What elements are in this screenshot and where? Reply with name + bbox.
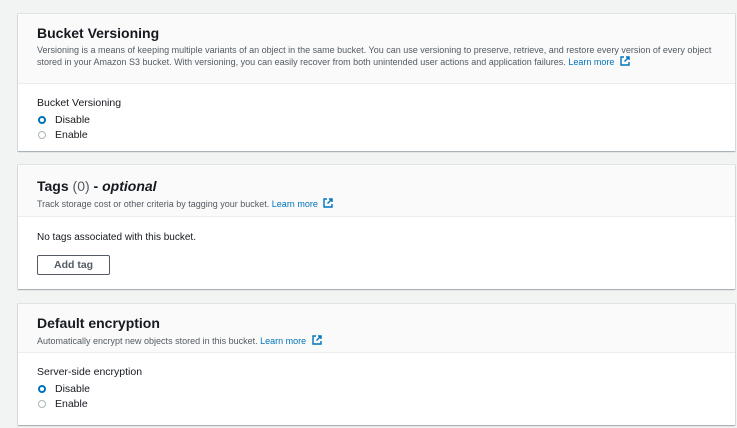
bucket-versioning-learn-more-link[interactable]: Learn more [568, 57, 614, 67]
add-tag-button[interactable]: Add tag [37, 255, 111, 275]
encryption-enable-radio[interactable] [38, 399, 46, 408]
tags-optional-label: optional [102, 178, 157, 194]
tags-title-separator: - [89, 178, 103, 194]
default-encryption-panel: Default encryption Automatically encrypt… [18, 304, 735, 425]
tags-header: Tags (0) - optional Track storage cost o… [18, 165, 735, 217]
default-encryption-description: Automatically encrypt new objects stored… [37, 335, 716, 347]
default-encryption-header: Default encryption Automatically encrypt… [18, 304, 735, 353]
default-encryption-description-text: Automatically encrypt new objects stored… [37, 336, 258, 346]
tags-panel: Tags (0) - optional Track storage cost o… [18, 165, 735, 289]
bucket-versioning-description: Versioning is a means of keeping multipl… [37, 45, 716, 68]
bucket-versioning-body: Bucket Versioning Disable Enable [18, 84, 735, 152]
default-encryption-learn-more-link[interactable]: Learn more [260, 336, 306, 346]
versioning-enable-radio[interactable] [38, 130, 46, 139]
encryption-disable-option[interactable]: Disable [37, 381, 716, 396]
bucket-versioning-field-label: Bucket Versioning [37, 97, 122, 109]
tags-empty-message: No tags associated with this bucket. [37, 232, 196, 243]
tags-description-text: Track storage cost or other criteria by … [37, 199, 270, 209]
default-encryption-title: Default encryption [37, 315, 160, 331]
bucket-versioning-panel: Bucket Versioning Versioning is a means … [18, 14, 735, 151]
server-side-encryption-label: Server-side encryption [37, 366, 143, 378]
tags-title-text: Tags [37, 178, 69, 194]
bucket-versioning-header: Bucket Versioning Versioning is a means … [18, 14, 735, 84]
tags-description: Track storage cost or other criteria by … [37, 198, 716, 210]
external-link-icon[interactable] [620, 56, 630, 66]
encryption-enable-option[interactable]: Enable [37, 396, 716, 411]
versioning-disable-label: Disable [55, 113, 91, 126]
versioning-disable-radio[interactable] [38, 115, 46, 124]
external-link-icon[interactable] [323, 198, 334, 208]
versioning-disable-option[interactable]: Disable [37, 112, 716, 127]
versioning-enable-option[interactable]: Enable [37, 127, 716, 142]
encryption-enable-label: Enable [55, 397, 88, 410]
external-link-icon[interactable] [311, 335, 322, 345]
tags-title: Tags (0) - optional [37, 177, 716, 195]
tags-body: No tags associated with this bucket. Add… [18, 217, 735, 285]
bucket-versioning-title: Bucket Versioning [37, 25, 160, 41]
tags-learn-more-link[interactable]: Learn more [272, 199, 318, 209]
default-encryption-body: Server-side encryption Disable Enable [18, 353, 735, 421]
encryption-disable-label: Disable [55, 382, 91, 395]
tags-count: (0) [72, 178, 90, 194]
versioning-enable-label: Enable [55, 128, 88, 141]
encryption-disable-radio[interactable] [38, 384, 46, 393]
